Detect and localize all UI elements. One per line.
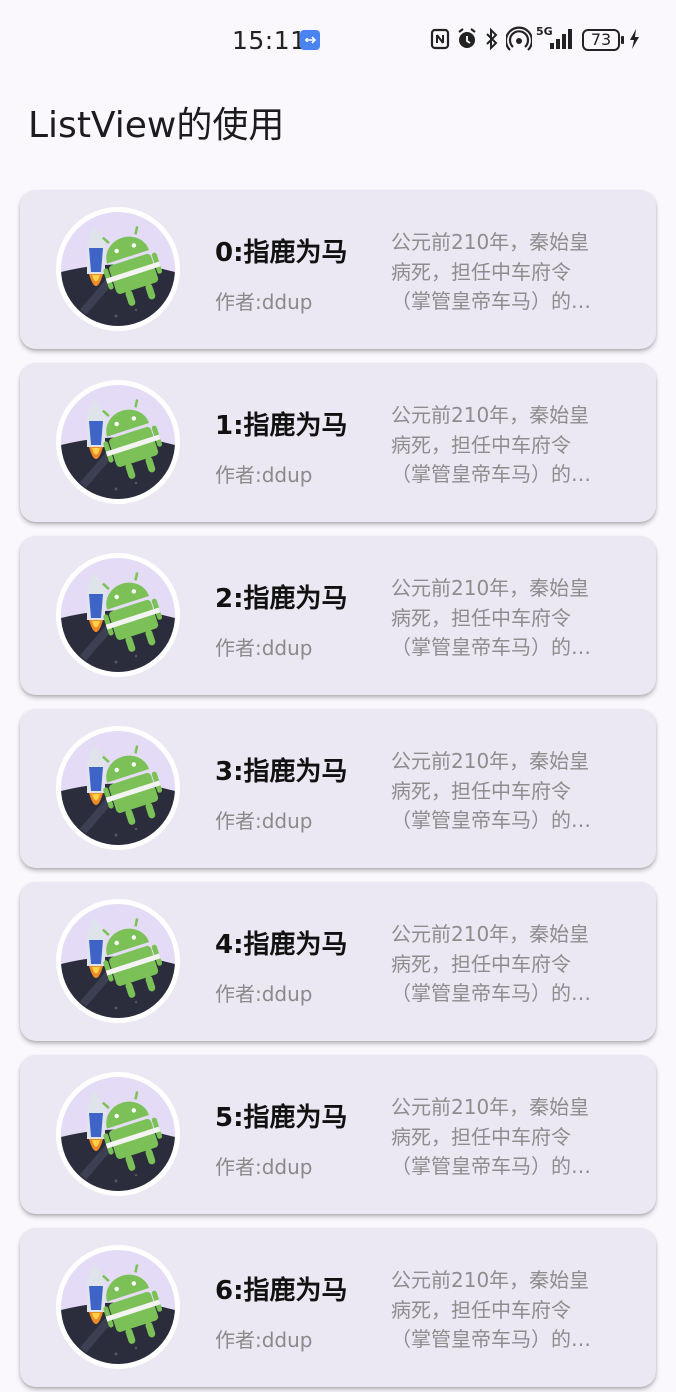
item-author: 作者:ddup: [215, 290, 313, 314]
list-item[interactable]: 5:指鹿为马 作者:ddup 公元前210年，秦始皇 病死，担任中车府令 （掌管…: [20, 1055, 656, 1214]
item-description: 公元前210年，秦始皇 病死，担任中车府令 （掌管皇帝车马）的…: [391, 1095, 591, 1178]
android-rocket-icon: [61, 212, 175, 326]
item-title: 6:指鹿为马: [215, 1276, 348, 1306]
item-title: 4:指鹿为马: [215, 930, 348, 960]
alarm-icon: [458, 28, 476, 48]
avatar: [56, 1072, 180, 1196]
android-rocket-icon: [61, 731, 175, 845]
item-title: 2:指鹿为马: [215, 584, 348, 614]
hotspot-icon: [506, 26, 532, 51]
android-rocket-icon: [61, 904, 175, 1018]
item-title: 0:指鹿为马: [215, 238, 348, 268]
android-rocket-icon: [61, 385, 175, 499]
item-description: 公元前210年，秦始皇 病死，担任中车府令 （掌管皇帝车马）的…: [391, 230, 591, 313]
battery-icon: 73: [582, 29, 620, 51]
item-author: 作者:ddup: [215, 809, 313, 833]
status-icons: 5G 73: [430, 26, 650, 56]
android-rocket-icon: [61, 1077, 175, 1191]
item-description: 公元前210年，秦始皇 病死，担任中车府令 （掌管皇帝车马）的…: [391, 922, 591, 1005]
avatar: [56, 380, 180, 504]
item-description: 公元前210年，秦始皇 病死，担任中车府令 （掌管皇帝车马）的…: [391, 403, 591, 486]
page-title: ListView的使用: [28, 105, 285, 146]
avatar: [56, 899, 180, 1023]
android-rocket-icon: [61, 1250, 175, 1364]
list-view[interactable]: 0:指鹿为马 作者:ddup 公元前210年，秦始皇 病死，担任中车府令 （掌管…: [20, 190, 656, 1392]
usb-icon: [300, 30, 320, 50]
list-item[interactable]: 4:指鹿为马 作者:ddup 公元前210年，秦始皇 病死，担任中车府令 （掌管…: [20, 882, 656, 1041]
item-author: 作者:ddup: [215, 636, 313, 660]
signal-icon: [550, 29, 572, 49]
item-title: 1:指鹿为马: [215, 411, 348, 441]
avatar: [56, 1245, 180, 1369]
bluetooth-icon: [486, 27, 498, 51]
item-title: 3:指鹿为马: [215, 757, 348, 787]
nfc-icon: [430, 28, 450, 50]
list-item[interactable]: 6:指鹿为马 作者:ddup 公元前210年，秦始皇 病死，担任中车府令 （掌管…: [20, 1228, 656, 1387]
list-item[interactable]: 1:指鹿为马 作者:ddup 公元前210年，秦始皇 病死，担任中车府令 （掌管…: [20, 363, 656, 522]
status-time: 15:11: [232, 26, 307, 55]
charging-icon: [630, 29, 639, 49]
item-description: 公元前210年，秦始皇 病死，担任中车府令 （掌管皇帝车马）的…: [391, 1268, 591, 1351]
avatar: [56, 553, 180, 677]
list-item[interactable]: 0:指鹿为马 作者:ddup 公元前210年，秦始皇 病死，担任中车府令 （掌管…: [20, 190, 656, 349]
battery-nub: [621, 36, 624, 44]
item-author: 作者:ddup: [215, 1155, 313, 1179]
item-description: 公元前210年，秦始皇 病死，担任中车府令 （掌管皇帝车马）的…: [391, 749, 591, 832]
item-author: 作者:ddup: [215, 463, 313, 487]
avatar: [56, 726, 180, 850]
item-description: 公元前210年，秦始皇 病死，担任中车府令 （掌管皇帝车马）的…: [391, 576, 591, 659]
avatar: [56, 207, 180, 331]
item-author: 作者:ddup: [215, 1328, 313, 1352]
list-item[interactable]: 3:指鹿为马 作者:ddup 公元前210年，秦始皇 病死，担任中车府令 （掌管…: [20, 709, 656, 868]
item-title: 5:指鹿为马: [215, 1103, 348, 1133]
android-rocket-icon: [61, 558, 175, 672]
item-author: 作者:ddup: [215, 982, 313, 1006]
list-item[interactable]: 2:指鹿为马 作者:ddup 公元前210年，秦始皇 病死，担任中车府令 （掌管…: [20, 536, 656, 695]
status-bar: 15:11 5G 73: [0, 0, 676, 80]
